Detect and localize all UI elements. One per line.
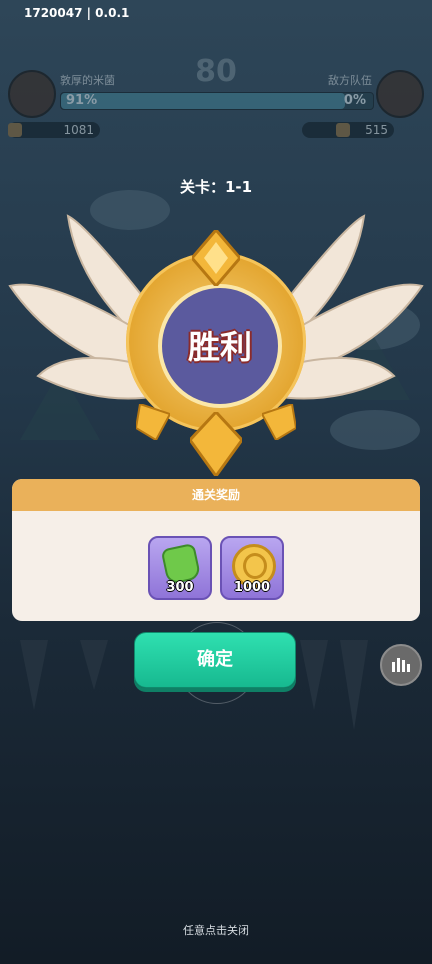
bar-chart-icon [392, 656, 410, 672]
ice-stalactite [20, 640, 48, 710]
ice-stalactite [300, 640, 328, 710]
battle-hud: 敦厚的米菌 敌方队伍 80 91% 0% 1081 515 [0, 54, 432, 150]
battle-stats-button[interactable] [380, 644, 422, 686]
ice-stalactite [340, 640, 368, 730]
badge-top-gem-icon [192, 230, 240, 286]
battle-score: 80 [195, 54, 237, 89]
boot-icon [336, 123, 350, 137]
player-hp-text: 91% [66, 93, 98, 108]
boot-icon [8, 123, 22, 137]
badge-bottom-gem-icon [190, 412, 242, 476]
reward-item-gem[interactable]: 300 [148, 536, 212, 600]
reward-panel-title: 通关奖励 [12, 479, 420, 511]
reward-panel: 通关奖励 300 1000 [12, 479, 420, 621]
version-label: 1720047 | 0.0.1 [24, 6, 130, 20]
victory-title: 胜利 [187, 328, 252, 366]
ice-stalactite [80, 640, 108, 690]
reward-quantity: 300 [166, 580, 194, 595]
badge-left-gem-icon [136, 404, 170, 440]
confirm-button[interactable]: 确定 [134, 632, 296, 688]
enemy-hp-text: 0% [343, 93, 366, 108]
close-hint: 任意点击关闭 [183, 924, 249, 937]
player-hp-fill [61, 93, 345, 109]
reward-quantity: 1000 [233, 580, 271, 595]
hp-bar [60, 92, 374, 110]
green-gem-icon [160, 542, 202, 586]
badge-right-gem-icon [262, 404, 296, 440]
level-label: 关卡：1-1 [179, 178, 253, 196]
reward-item-coin[interactable]: 1000 [220, 536, 284, 600]
